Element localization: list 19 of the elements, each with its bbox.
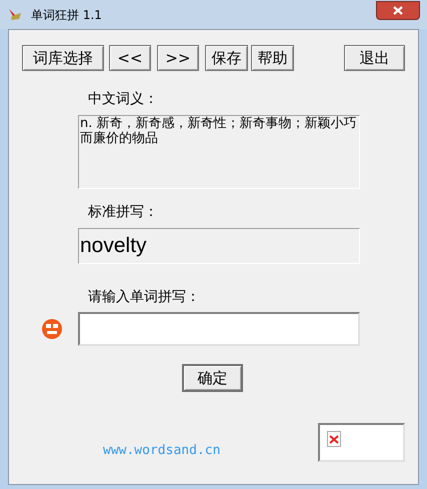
- close-button[interactable]: [376, 1, 420, 20]
- broken-image-icon: [327, 431, 341, 447]
- answer-field[interactable]: [78, 312, 360, 346]
- meaning-box: n. 新奇，新奇感，新奇性；新奇事物；新颖小巧而廉价的物品: [78, 115, 360, 189]
- toolbar-button[interactable]: >>: [157, 45, 199, 71]
- window-title: 单词狂拼 1.1: [31, 6, 102, 24]
- spelling-label: 标准拼写：: [88, 203, 158, 221]
- angry-face-icon: [41, 318, 63, 340]
- meaning-label: 中文词义：: [88, 90, 158, 108]
- answer-label: 请输入单词拼写：: [88, 288, 200, 306]
- toolbar-button[interactable]: <<: [109, 45, 151, 71]
- close-icon: [393, 6, 403, 15]
- spelling-box: novelty: [78, 228, 360, 264]
- confirm-button[interactable]: 确定: [182, 364, 243, 392]
- toolbar-button[interactable]: 保存: [205, 45, 248, 71]
- app-logo-icon: [7, 6, 23, 22]
- toolbar-button[interactable]: 词库选择: [22, 45, 104, 71]
- exit-button[interactable]: 退出: [344, 45, 405, 71]
- toolbar-button[interactable]: 帮助: [251, 45, 294, 71]
